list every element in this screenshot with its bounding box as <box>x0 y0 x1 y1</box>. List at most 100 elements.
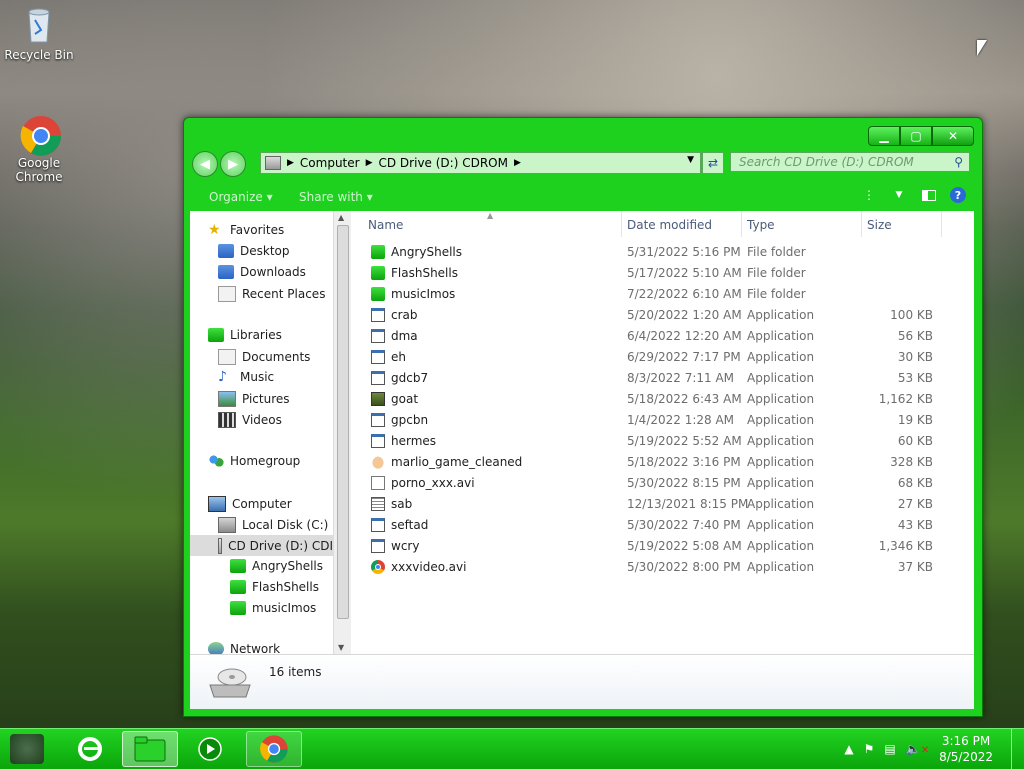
close-button[interactable]: ✕ <box>932 126 974 146</box>
address-bar[interactable]: ▶ Computer ▶ CD Drive (D:) CDROM ▶ ▼ <box>260 152 701 174</box>
table-row[interactable]: crab 5/20/2022 1:20 AM Application 100 KB <box>351 305 974 326</box>
refresh-button[interactable]: ⇄ <box>702 152 724 174</box>
clock[interactable]: 3:16 PM 8/5/2022 <box>939 733 993 765</box>
column-divider[interactable] <box>621 211 622 237</box>
show-desktop-button[interactable] <box>1011 729 1024 769</box>
taskbar-media-player[interactable] <box>182 731 238 767</box>
nav-sub-angryshells[interactable]: AngryShells <box>230 559 323 573</box>
nav-libraries[interactable]: Libraries <box>208 328 282 342</box>
file-date: 5/17/2022 5:10 AM <box>627 266 742 280</box>
file-type: Application <box>747 434 815 448</box>
network-status-icon[interactable]: ▤ <box>884 742 895 756</box>
taskbar-explorer[interactable] <box>122 731 178 767</box>
nav-sub-flashshells[interactable]: FlashShells <box>230 580 319 594</box>
nav-network[interactable]: Network <box>208 642 280 654</box>
show-hidden-icons-button[interactable]: ▲ <box>844 742 853 756</box>
view-options-icon[interactable]: ⋮ <box>860 186 878 204</box>
taskbar-ie[interactable] <box>62 731 118 767</box>
nav-sub-flashshells-label: FlashShells <box>252 580 319 594</box>
table-row[interactable]: FlashShells 5/17/2022 5:10 AM File folder <box>351 263 974 284</box>
share-with-button[interactable]: Share with ▾ <box>299 190 373 204</box>
file-size: 60 KB <box>897 434 933 448</box>
volume-muted-icon[interactable]: 🔈✕ <box>906 742 929 756</box>
start-button[interactable] <box>10 734 44 764</box>
nav-music[interactable]: ♪ Music <box>218 370 274 384</box>
table-row[interactable]: eh 6/29/2022 7:17 PM Application 30 KB <box>351 347 974 368</box>
table-row[interactable]: AngryShells 5/31/2022 5:16 PM File folder <box>351 242 974 263</box>
table-row[interactable]: gdcb7 8/3/2022 7:11 AM Application 53 KB <box>351 368 974 389</box>
recycle-bin-shortcut[interactable]: Recycle Bin <box>4 6 74 62</box>
nav-pictures[interactable]: Pictures <box>218 391 290 407</box>
google-chrome-label: Google Chrome <box>15 156 63 184</box>
column-divider[interactable] <box>861 211 862 237</box>
breadcrumb-cd-drive[interactable]: CD Drive (D:) CDROM <box>379 156 508 170</box>
taskbar: ▲ ⚑ ▤ 🔈✕ 3:16 PM 8/5/2022 <box>0 728 1024 769</box>
table-row[interactable]: wcry 5/19/2022 5:08 AM Application 1,346 KB <box>351 536 974 557</box>
scrollbar-thumb[interactable] <box>337 225 349 619</box>
maximize-button[interactable]: ▢ <box>900 126 932 146</box>
nav-cd-drive[interactable]: CD Drive (D:) CDI <box>190 535 333 556</box>
folder-icon <box>230 559 246 573</box>
google-chrome-shortcut[interactable]: Google Chrome <box>4 114 74 184</box>
table-row[interactable]: goat 5/18/2022 6:43 AM Application 1,162 KB <box>351 389 974 410</box>
column-divider[interactable] <box>941 211 942 237</box>
nav-documents[interactable]: Documents <box>218 349 310 365</box>
view-dropdown-icon[interactable]: ▼ <box>890 186 908 204</box>
nav-favorites[interactable]: ★ Favorites <box>208 223 284 237</box>
minimize-button[interactable]: ▁ <box>868 126 900 146</box>
table-row[interactable]: seftad 5/30/2022 7:40 PM Application 43 KB <box>351 515 974 536</box>
file-type: Application <box>747 518 815 532</box>
search-input[interactable]: Search CD Drive (D:) CDROM ⚲ <box>730 152 970 172</box>
breadcrumb-separator-icon: ▶ <box>365 158 373 168</box>
table-row[interactable]: gpcbn 1/4/2022 1:28 AM Application 19 KB <box>351 410 974 431</box>
nav-local-disk[interactable]: Local Disk (C:) <box>218 517 328 533</box>
action-center-flag-icon[interactable]: ⚑ <box>864 742 875 756</box>
back-button[interactable]: ◀ <box>192 151 218 177</box>
address-dropdown-icon[interactable]: ▼ <box>687 155 694 165</box>
table-row[interactable]: dma 6/4/2022 12:20 AM Application 56 KB <box>351 326 974 347</box>
column-size[interactable]: Size <box>867 218 892 232</box>
file-size: 53 KB <box>897 371 933 385</box>
table-row[interactable]: musicImos 7/22/2022 6:10 AM File folder <box>351 284 974 305</box>
navigation-scrollbar[interactable]: ▲ ▼ <box>333 211 351 654</box>
search-icon[interactable]: ⚲ <box>954 155 963 169</box>
file-date: 5/18/2022 3:16 PM <box>627 455 741 469</box>
table-row[interactable]: sab 12/13/2021 8:15 PM Application 27 KB <box>351 494 974 515</box>
nav-downloads[interactable]: Downloads <box>218 265 306 279</box>
nav-videos[interactable]: Videos <box>218 412 282 428</box>
folder-icon <box>230 601 246 615</box>
file-name: porno_xxx.avi <box>391 476 475 490</box>
help-icon[interactable]: ? <box>950 187 966 203</box>
file-name: AngryShells <box>391 245 462 259</box>
folder-icon <box>134 736 166 762</box>
nav-recent-places[interactable]: Recent Places <box>218 286 325 302</box>
nav-desktop[interactable]: Desktop <box>218 244 290 258</box>
scroll-up-icon[interactable]: ▲ <box>338 213 344 222</box>
nav-sub-musicimos[interactable]: musicImos <box>230 601 316 615</box>
column-type[interactable]: Type <box>747 218 775 232</box>
nav-homegroup[interactable]: Homegroup <box>208 454 300 468</box>
file-name: hermes <box>391 434 437 448</box>
preview-pane-icon[interactable] <box>920 186 938 204</box>
file-type: Application <box>747 308 815 322</box>
file-date: 6/4/2022 12:20 AM <box>627 329 742 343</box>
recycle-bin-icon <box>19 6 59 46</box>
file-name: FlashShells <box>391 266 458 280</box>
table-row[interactable]: marlio_game_cleaned 5/18/2022 3:16 PM Appl… <box>351 452 974 473</box>
column-divider[interactable] <box>741 211 742 237</box>
forward-button[interactable]: ▶ <box>220 151 246 177</box>
column-date-modified[interactable]: Date modified <box>627 218 712 232</box>
breadcrumb-computer[interactable]: Computer <box>300 156 360 170</box>
nav-computer[interactable]: Computer <box>208 496 292 512</box>
organize-button[interactable]: Organize ▾ <box>209 190 273 204</box>
table-row[interactable]: hermes 5/19/2022 5:52 AM Application 60 KB <box>351 431 974 452</box>
file-type: Application <box>747 476 815 490</box>
column-name[interactable]: Name <box>368 218 403 232</box>
chrome-icon <box>371 560 385 574</box>
scroll-down-icon[interactable]: ▼ <box>338 643 344 652</box>
table-row[interactable]: porno_xxx.avi 5/30/2022 8:15 PM Applicatio… <box>351 473 974 494</box>
application-icon <box>371 434 385 448</box>
libraries-icon <box>208 328 224 342</box>
taskbar-chrome[interactable] <box>246 731 302 767</box>
table-row[interactable]: xxxvideo.avi 5/30/2022 8:00 PM Application… <box>351 557 974 578</box>
